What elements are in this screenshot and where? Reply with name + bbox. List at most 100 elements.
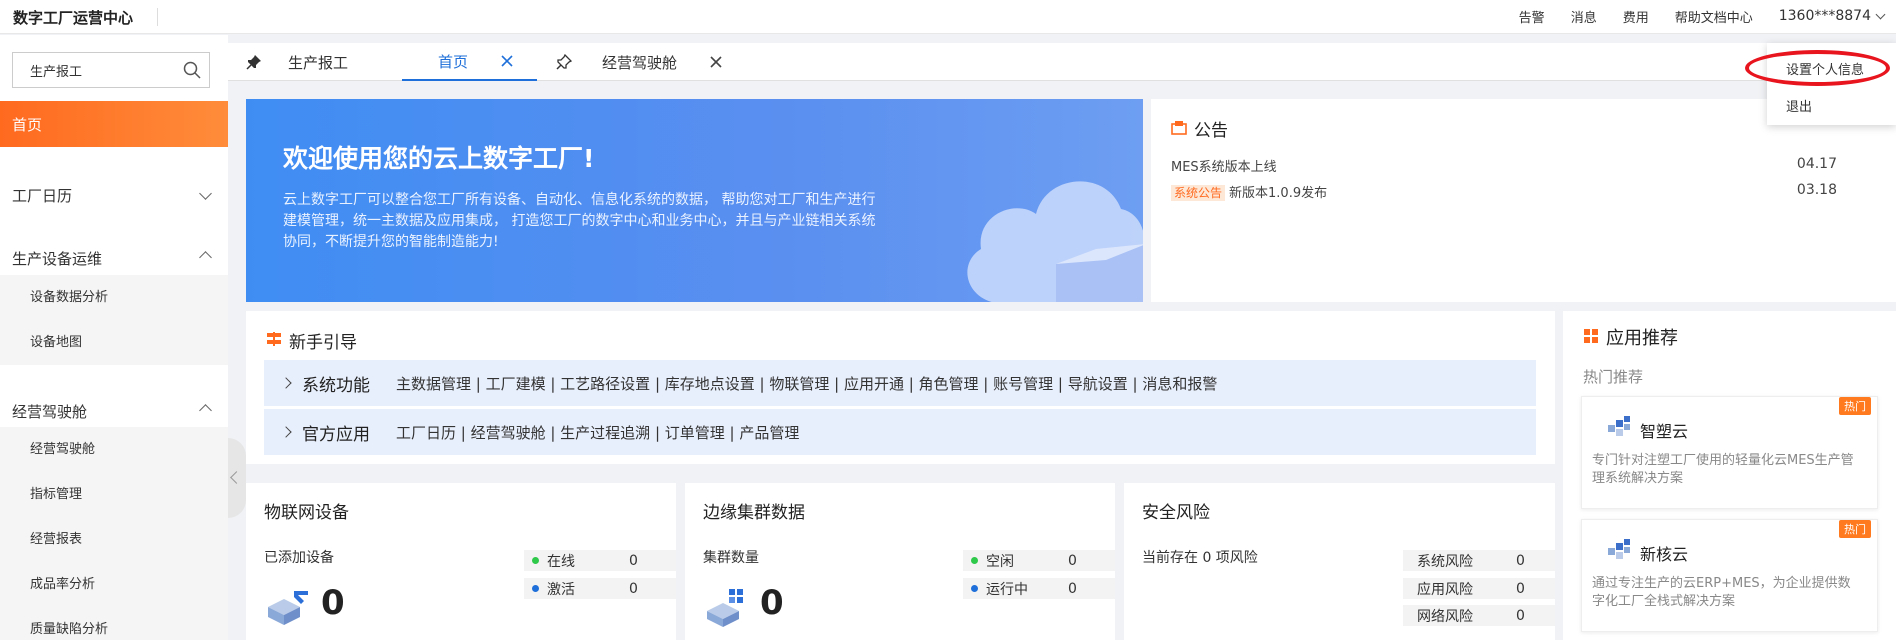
sidebar-subitem-reports[interactable]: 经营报表: [0, 517, 228, 562]
sidebar-collapse-handle[interactable]: [228, 438, 246, 518]
sidebar: 首页 工厂日历 生产设备运维 设备数据分析 设备地图 经营驾驶舱 经营驾驶舱 指…: [0, 35, 228, 640]
iot-device-icon: [268, 591, 308, 625]
pin-icon[interactable]: [246, 54, 262, 70]
sidebar-subitem-yield[interactable]: 成品率分析: [0, 562, 228, 607]
submenu-equipment: 设备数据分析 设备地图: [0, 275, 228, 365]
notice-item[interactable]: MES系统版本上线: [1171, 156, 1277, 175]
sidebar-subitem-equipment-analysis[interactable]: 设备数据分析: [0, 275, 228, 320]
app-card-zhisu[interactable]: 热门 智塑云 专门针对注塑工厂使用的轻量化云MES生产管理系统解决方案: [1581, 396, 1878, 509]
close-icon[interactable]: [500, 54, 514, 68]
stat-card-edge: 边缘集群数据 集群数量 0 空闲 0 运行中 0: [685, 483, 1115, 640]
chevron-right-icon: [280, 377, 292, 389]
sidebar-item-label: 首页: [12, 115, 43, 134]
banner-title: 欢迎使用您的云上数字工厂!: [283, 144, 595, 173]
submenu-cockpit: 经营驾驶舱 指标管理 经营报表 成品率分析 质量缺陷分析: [0, 427, 228, 640]
chevron-right-icon: [280, 426, 292, 438]
stat-idle: 空闲 0: [963, 550, 1115, 571]
app-description: 通过专注生产的云ERP+MES，为企业提供数字化工厂全栈式解决方案: [1592, 576, 1851, 609]
sidebar-subitem-cockpit[interactable]: 经营驾驶舱: [0, 427, 228, 472]
stat-count: 0: [760, 583, 784, 623]
tab-home[interactable]: 首页: [402, 43, 537, 81]
status-dot-blue: [971, 585, 978, 592]
user-account: 1360***8874: [1778, 8, 1871, 24]
title-divider: [157, 8, 158, 26]
sidebar-subitem-equipment-map[interactable]: 设备地图: [0, 320, 228, 365]
stat-subtitle: 已添加设备: [264, 550, 334, 566]
notice-text: 新版本1.0.9发布: [1229, 186, 1328, 201]
chevron-up-icon: [199, 404, 212, 417]
nav-help-link[interactable]: 帮助文档中心: [1675, 7, 1753, 26]
app-recommend-panel: 应用推荐 热门推荐 热门 智塑云 专门针对注塑工厂使用的轻量化云MES生产管理系…: [1563, 311, 1896, 640]
stat-card-risk: 安全风险 当前存在 0 项风险 系统风险 0 应用风险 0 网络风险 0: [1124, 483, 1555, 640]
notice-panel: 公告 MES系统版本上线 04.17 系统公告 新版本1.0.9发布 03.18: [1151, 99, 1896, 302]
tab-production-report[interactable]: 生产报工: [246, 43, 348, 81]
apps-title: 应用推荐: [1606, 328, 1678, 349]
tab-label: 首页: [438, 52, 469, 71]
kv-value: 0: [1516, 552, 1525, 569]
notice-item[interactable]: 系统公告 新版本1.0.9发布: [1171, 182, 1327, 201]
hot-badge: 热门: [1839, 520, 1871, 538]
apps-subtitle: 热门推荐: [1583, 368, 1644, 386]
beginner-guide-panel: 新手引导 系统功能 主数据管理 | 工厂建模 | 工艺路径设置 | 库存地点设置…: [246, 311, 1555, 464]
top-nav: 告警 消息 费用 帮助文档中心 1360***8874: [1519, 0, 1896, 32]
tab-cockpit[interactable]: 经营驾驶舱: [556, 43, 723, 81]
sidebar-item-home[interactable]: 首页: [0, 101, 228, 147]
stat-subtitle: 当前存在 0 项风险: [1142, 550, 1258, 566]
notice-title: 公告: [1194, 121, 1228, 141]
sidebar-item-calendar[interactable]: 工厂日历: [0, 172, 228, 218]
stat-online: 在线 0: [524, 550, 676, 571]
guide-row-head: 官方应用: [302, 424, 370, 445]
kv-value: 0: [629, 552, 638, 569]
top-bar: 数字工厂运营中心 告警 消息 费用 帮助文档中心 1360***8874: [0, 0, 1896, 34]
guide-icon: [267, 332, 281, 346]
sidebar-item-label: 工厂日历: [12, 186, 73, 205]
tab-label: 经营驾驶舱: [602, 53, 678, 72]
kv-label: 网络风险: [1417, 608, 1473, 625]
guide-row-head: 系统功能: [302, 375, 370, 396]
cluster-icon: [707, 589, 743, 627]
stat-card-iot: 物联网设备 已添加设备 0 在线 0 激活 0: [246, 483, 676, 640]
hot-badge: 热门: [1839, 397, 1871, 415]
nav-alarm-link[interactable]: 告警: [1519, 7, 1545, 26]
status-dot-blue: [532, 585, 539, 592]
guide-row-links[interactable]: 工厂日历 | 经营驾驶舱 | 生产过程追溯 | 订单管理 | 产品管理: [396, 422, 799, 443]
nav-message-link[interactable]: 消息: [1571, 7, 1597, 26]
kv-value: 0: [1516, 607, 1525, 624]
banner-text: 云上数字工厂可以整合您工厂所有设备、自动化、信息化系统的数据， 帮助您对工厂和生…: [283, 192, 876, 250]
notice-date: 03.18: [1796, 182, 1837, 198]
status-dot-green: [971, 557, 978, 564]
stat-count: 0: [321, 583, 345, 623]
sidebar-subitem-defects[interactable]: 质量缺陷分析: [0, 607, 228, 640]
menu-search: [12, 52, 210, 88]
kv-value: 0: [629, 580, 638, 597]
chevron-down-icon: [199, 187, 212, 200]
sidebar-subitem-kpi[interactable]: 指标管理: [0, 472, 228, 517]
chevron-up-icon: [199, 251, 212, 264]
guide-row-official-apps[interactable]: 官方应用 工厂日历 | 经营驾驶舱 | 生产过程追溯 | 订单管理 | 产品管理: [264, 409, 1536, 455]
menu-search-input[interactable]: [13, 53, 173, 87]
stat-app-risk: 应用风险 0: [1403, 578, 1555, 599]
nav-billing-link[interactable]: 费用: [1623, 7, 1649, 26]
app-description: 专门针对注塑工厂使用的轻量化云MES生产管理系统解决方案: [1592, 453, 1854, 486]
app-name: 新核云: [1640, 545, 1689, 564]
guide-row-system[interactable]: 系统功能 主数据管理 | 工厂建模 | 工艺路径设置 | 库存地点设置 | 物联…: [264, 360, 1536, 406]
search-icon[interactable]: [183, 61, 201, 79]
notice-tag: 系统公告: [1171, 185, 1226, 201]
notice-icon: [1171, 121, 1187, 135]
kv-label: 空闲: [986, 553, 1014, 570]
sidebar-item-label: 经营驾驶舱: [12, 402, 88, 421]
stat-title: 安全风险: [1142, 503, 1210, 523]
kv-label: 系统风险: [1417, 553, 1473, 570]
highlight-annotation: [1745, 50, 1890, 86]
close-icon[interactable]: [709, 55, 723, 69]
app-logo-icon: [1608, 539, 1630, 559]
guide-row-links[interactable]: 主数据管理 | 工厂建模 | 工艺路径设置 | 库存地点设置 | 物联管理 | …: [396, 373, 1217, 394]
app-card-xinhe[interactable]: 热门 新核云 通过专注生产的云ERP+MES，为企业提供数字化工厂全栈式解决方案: [1581, 519, 1878, 632]
app-logo-icon: [1608, 416, 1630, 436]
user-menu-trigger[interactable]: 1360***8874: [1778, 8, 1886, 24]
apps-grid-icon: [1584, 329, 1598, 343]
pin-outline-icon[interactable]: [556, 54, 572, 70]
menu-item-logout[interactable]: 退出: [1786, 96, 1812, 115]
tab-label: 生产报工: [288, 53, 349, 72]
welcome-banner: 欢迎使用您的云上数字工厂! 云上数字工厂可以整合您工厂所有设备、自动化、信息化系…: [246, 99, 1143, 302]
